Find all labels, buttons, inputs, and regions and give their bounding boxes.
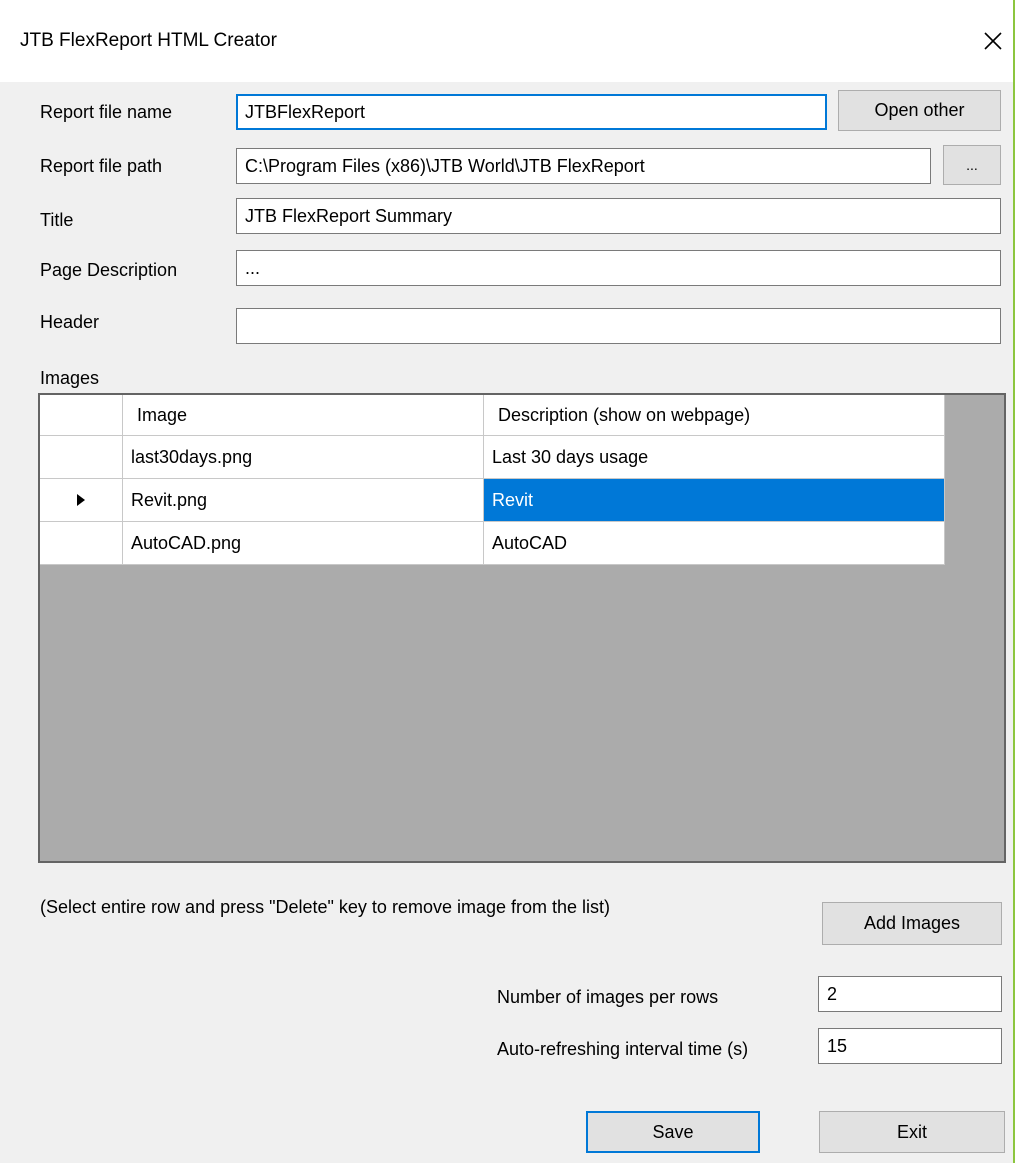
- report-file-name-label: Report file name: [40, 102, 173, 122]
- report-file-name-input[interactable]: [236, 94, 827, 130]
- table-row[interactable]: Revit.png Revit: [40, 479, 945, 522]
- close-button[interactable]: [972, 20, 1014, 62]
- row-header-cell[interactable]: [40, 522, 123, 565]
- page-description-label: Page Description: [40, 260, 178, 280]
- exit-button[interactable]: Exit: [819, 1111, 1005, 1153]
- table-row[interactable]: last30days.png Last 30 days usage: [40, 436, 945, 479]
- grid-cell-description[interactable]: AutoCAD: [484, 522, 945, 565]
- refresh-interval-input[interactable]: [818, 1028, 1002, 1064]
- grid-cell-description-selected[interactable]: Revit: [484, 479, 945, 522]
- grid-cell-description[interactable]: Last 30 days usage: [484, 436, 945, 479]
- browse-button[interactable]: ...: [943, 145, 1001, 185]
- title-bar: JTB FlexReport HTML Creator: [0, 0, 1013, 82]
- header-label: Header: [40, 312, 100, 332]
- images-per-row-label: Number of images per rows: [497, 987, 719, 1007]
- grid-corner-cell[interactable]: [40, 395, 123, 436]
- grid-cell-image[interactable]: AutoCAD.png: [123, 522, 484, 565]
- row-pointer-icon: [77, 494, 85, 506]
- images-grid[interactable]: Image Description (show on webpage) last…: [38, 393, 1006, 863]
- row-header-cell[interactable]: [40, 436, 123, 479]
- table-row[interactable]: AutoCAD.png AutoCAD: [40, 522, 945, 565]
- grid-cell-image[interactable]: Revit.png: [123, 479, 484, 522]
- refresh-interval-label: Auto-refreshing interval time (s): [497, 1039, 749, 1059]
- open-other-button[interactable]: Open other: [838, 90, 1001, 131]
- page-description-input[interactable]: [236, 250, 1001, 286]
- row-header-cell[interactable]: [40, 479, 123, 522]
- delete-hint-text: (Select entire row and press "Delete" ke…: [40, 897, 611, 917]
- images-label: Images: [40, 368, 100, 388]
- grid-cell-image[interactable]: last30days.png: [123, 436, 484, 479]
- title-input[interactable]: [236, 198, 1001, 234]
- app-window: JTB FlexReport HTML Creator Report file …: [0, 0, 1015, 1163]
- report-file-path-input[interactable]: [236, 148, 931, 184]
- title-label: Title: [40, 210, 74, 230]
- grid-column-header-description[interactable]: Description (show on webpage): [484, 395, 945, 436]
- add-images-button[interactable]: Add Images: [822, 902, 1002, 945]
- save-button[interactable]: Save: [586, 1111, 760, 1153]
- grid-column-header-image[interactable]: Image: [123, 395, 484, 436]
- report-file-path-label: Report file path: [40, 156, 163, 176]
- close-icon: [984, 32, 1002, 50]
- window-title: JTB FlexReport HTML Creator: [20, 30, 277, 51]
- images-per-row-input[interactable]: [818, 976, 1002, 1012]
- header-input[interactable]: [236, 308, 1001, 344]
- grid-header-row: Image Description (show on webpage): [40, 395, 945, 436]
